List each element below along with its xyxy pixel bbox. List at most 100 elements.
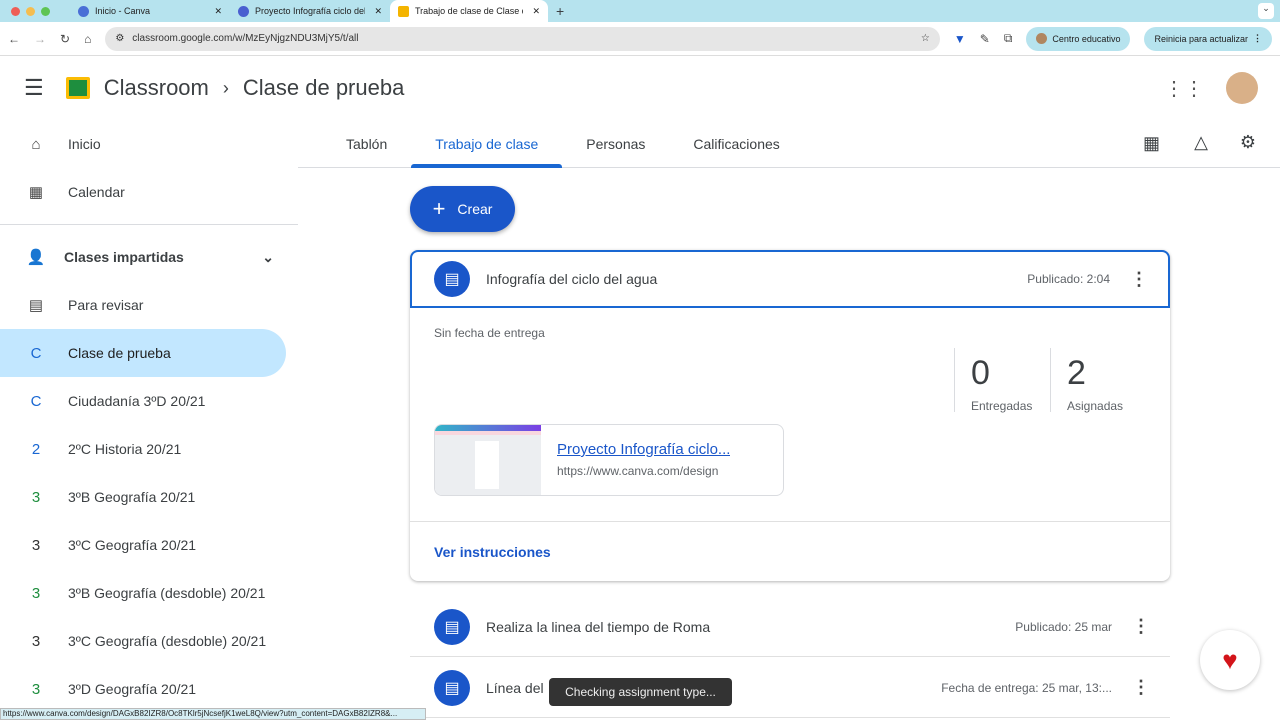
tab-tablon[interactable]: Tablón xyxy=(322,120,411,167)
tab-title: Proyecto Infografía ciclo del a xyxy=(255,6,365,16)
avatar xyxy=(1036,33,1048,44)
profile-button[interactable]: Centro educativo xyxy=(1026,26,1131,51)
home-icon[interactable]: ⌂ xyxy=(84,32,91,46)
sidebar-item-class[interactable]: C Ciudadanía 3ºD 20/21 xyxy=(0,377,286,425)
close-icon[interactable]: ✕ xyxy=(214,6,222,17)
app-title[interactable]: Classroom xyxy=(104,75,209,101)
url-input[interactable]: ⚙ classroom.google.com/w/MzEyNjgzNDU3MjY5… xyxy=(105,26,940,51)
people-icon: 👤 xyxy=(26,249,46,266)
handed-in-count: 0 xyxy=(971,354,990,392)
browser-tab[interactable]: Inicio - Canva ✕ xyxy=(70,0,230,22)
doc-icon xyxy=(238,5,249,17)
calendar-icon[interactable]: ▦ xyxy=(1143,133,1160,154)
close-icon[interactable]: ✕ xyxy=(374,6,382,17)
extensions-icon[interactable]: ⧉ xyxy=(1004,31,1013,46)
reload-icon[interactable]: ↻ xyxy=(60,32,70,46)
main-content: Tablón Trabajo de clase Personas Calific… xyxy=(298,120,1280,720)
more-options-icon[interactable]: ⋮ xyxy=(1132,616,1150,637)
drive-icon[interactable]: △ xyxy=(1194,132,1208,153)
classroom-icon xyxy=(398,5,409,17)
class-initial-icon: 3 xyxy=(31,536,41,554)
tab-title: Inicio - Canva xyxy=(95,6,151,16)
browser-tab[interactable]: Proyecto Infografía ciclo del a ✕ xyxy=(230,0,390,22)
site-info-icon[interactable]: ⚙ xyxy=(115,33,124,44)
folder-icon: ▤ xyxy=(28,297,44,314)
handed-in-stat[interactable]: 0 Entregadas xyxy=(971,354,1032,413)
class-initial-icon: C xyxy=(30,392,42,410)
more-options-icon[interactable]: ⋮ xyxy=(1130,269,1148,290)
chevron-down-icon[interactable]: ⌄ xyxy=(262,249,274,266)
sidebar-item-calendar[interactable]: ▦ Calendar xyxy=(0,168,286,216)
browser-tab-bar: Inicio - Canva ✕ Proyecto Infografía cicl… xyxy=(0,0,1280,22)
published-date: Publicado: 2:04 xyxy=(1027,272,1110,286)
assignment-icon: ▤ xyxy=(434,669,470,706)
status-bar-url: https://www.canva.com/design/DAGxB82IZR8… xyxy=(0,708,426,720)
address-bar: ← → ↻ ⌂ ⚙ classroom.google.com/w/MzEyNjgzNDU… xyxy=(0,22,1280,56)
sidebar-label: 3ºB Geografía 20/21 xyxy=(68,489,196,505)
classroom-logo[interactable] xyxy=(65,77,90,99)
class-initial-icon: 3 xyxy=(31,632,41,650)
overlay-logo-icon: ♥ xyxy=(1200,630,1260,690)
tab-title: Trabajo de clase de Clase de xyxy=(415,6,523,16)
tab-trabajo-de-clase[interactable]: Trabajo de clase xyxy=(411,120,563,168)
due-date: Sin fecha de entrega xyxy=(434,326,545,340)
apps-icon[interactable]: ⋮⋮ xyxy=(1164,76,1204,101)
avatar[interactable] xyxy=(1226,72,1258,104)
sidebar-item-class[interactable]: 3 3ºB Geografía 20/21 xyxy=(0,473,286,521)
sidebar-label: Clases impartidas xyxy=(64,249,184,265)
assignment-title: Infografía del ciclo del agua xyxy=(486,271,658,287)
class-initial-icon: 3 xyxy=(31,488,41,506)
star-icon[interactable]: ☆ xyxy=(921,33,930,44)
assignment-title: Realiza la linea del tiempo de Roma xyxy=(486,618,711,635)
new-tab-icon[interactable]: + xyxy=(556,3,564,19)
tab-personas[interactable]: Personas xyxy=(562,120,669,167)
gear-icon[interactable]: ⚙ xyxy=(1240,132,1256,153)
menu-icon[interactable]: ☰ xyxy=(24,75,44,101)
class-title[interactable]: Clase de prueba xyxy=(243,75,404,101)
attachment-url: https://www.canva.com/design xyxy=(557,464,719,478)
create-label: Crear xyxy=(457,201,493,217)
attachment-title[interactable]: Proyecto Infografía ciclo... xyxy=(557,441,730,458)
class-initial-icon: C xyxy=(30,344,42,362)
due-date: Fecha de entrega: 25 mar, 13:... xyxy=(941,680,1112,695)
sidebar-section-clases-impartidas[interactable]: 👤 Clases impartidas ⌄ xyxy=(0,233,286,281)
assignment-row[interactable]: ▤ Realiza la linea del tiempo de Roma Publ… xyxy=(410,597,1170,657)
sidebar-item-inicio[interactable]: ⌂ Inicio xyxy=(0,120,286,168)
tab-calificaciones[interactable]: Calificaciones xyxy=(669,120,803,167)
assignment-icon: ▤ xyxy=(434,261,470,297)
class-tabs: Tablón Trabajo de clase Personas Calific… xyxy=(298,120,1280,168)
sidebar-label: Ciudadanía 3ºD 20/21 xyxy=(68,393,206,409)
assignment-row[interactable]: ▤ Línea del Fecha de entrega: 25 mar, 13:.… xyxy=(410,658,1170,718)
forward-icon[interactable]: → xyxy=(34,32,46,46)
attachment[interactable]: Proyecto Infografía ciclo... https://www… xyxy=(434,424,784,496)
assigned-stat[interactable]: 2 Asignadas xyxy=(1067,354,1123,413)
divider xyxy=(0,224,298,225)
more-options-icon[interactable]: ⋮ xyxy=(1132,677,1150,698)
extension-icon[interactable]: ▼ xyxy=(954,32,966,46)
sidebar-item-class[interactable]: 2 2ºC Historia 20/21 xyxy=(0,425,286,473)
create-button[interactable]: + Crear xyxy=(410,186,515,232)
back-icon[interactable]: ← xyxy=(8,32,20,46)
assignment-header[interactable]: ▤ Infografía del ciclo del agua Publicad… xyxy=(410,250,1170,308)
sidebar-item-class[interactable]: 3 3ºC Geografía (desdoble) 20/21 xyxy=(0,617,286,665)
tab-search-icon[interactable]: ⌄ xyxy=(1258,3,1274,19)
sidebar-label: 3ºC Geografía (desdoble) 20/21 xyxy=(68,633,267,649)
class-initial-icon: 2 xyxy=(31,440,41,458)
assigned-label: Asignadas xyxy=(1067,399,1124,413)
sidebar-item-class[interactable]: 3 3ºC Geografía 20/21 xyxy=(0,521,286,569)
classroom-header: ☰ Classroom › Clase de prueba ⋮⋮ xyxy=(0,56,1280,120)
class-initial-icon: 3 xyxy=(31,584,41,602)
eyedropper-icon[interactable]: ✎ xyxy=(980,32,990,46)
assignment-icon: ▤ xyxy=(434,608,470,645)
profile-name: Centro educativo xyxy=(1052,33,1121,44)
assignment-card: ▤ Infografía del ciclo del agua Publicad… xyxy=(410,250,1170,581)
sidebar-item-class[interactable]: 3 3ºD Geografía 20/21 xyxy=(0,665,286,713)
sidebar-item-para-revisar[interactable]: ▤ Para revisar xyxy=(0,281,286,329)
view-instructions-link[interactable]: Ver instrucciones xyxy=(410,521,1170,581)
sidebar-item-class[interactable]: 3 3ºB Geografía (desdoble) 20/21 xyxy=(0,569,286,617)
sidebar-item-class[interactable]: C Clase de prueba xyxy=(0,329,286,377)
close-icon[interactable]: ✕ xyxy=(532,6,540,17)
window-controls[interactable] xyxy=(11,6,50,16)
browser-tab-active[interactable]: Trabajo de clase de Clase de ✕ xyxy=(390,0,548,22)
update-button[interactable]: Reinicia para actualizar ⋮ xyxy=(1144,26,1272,51)
